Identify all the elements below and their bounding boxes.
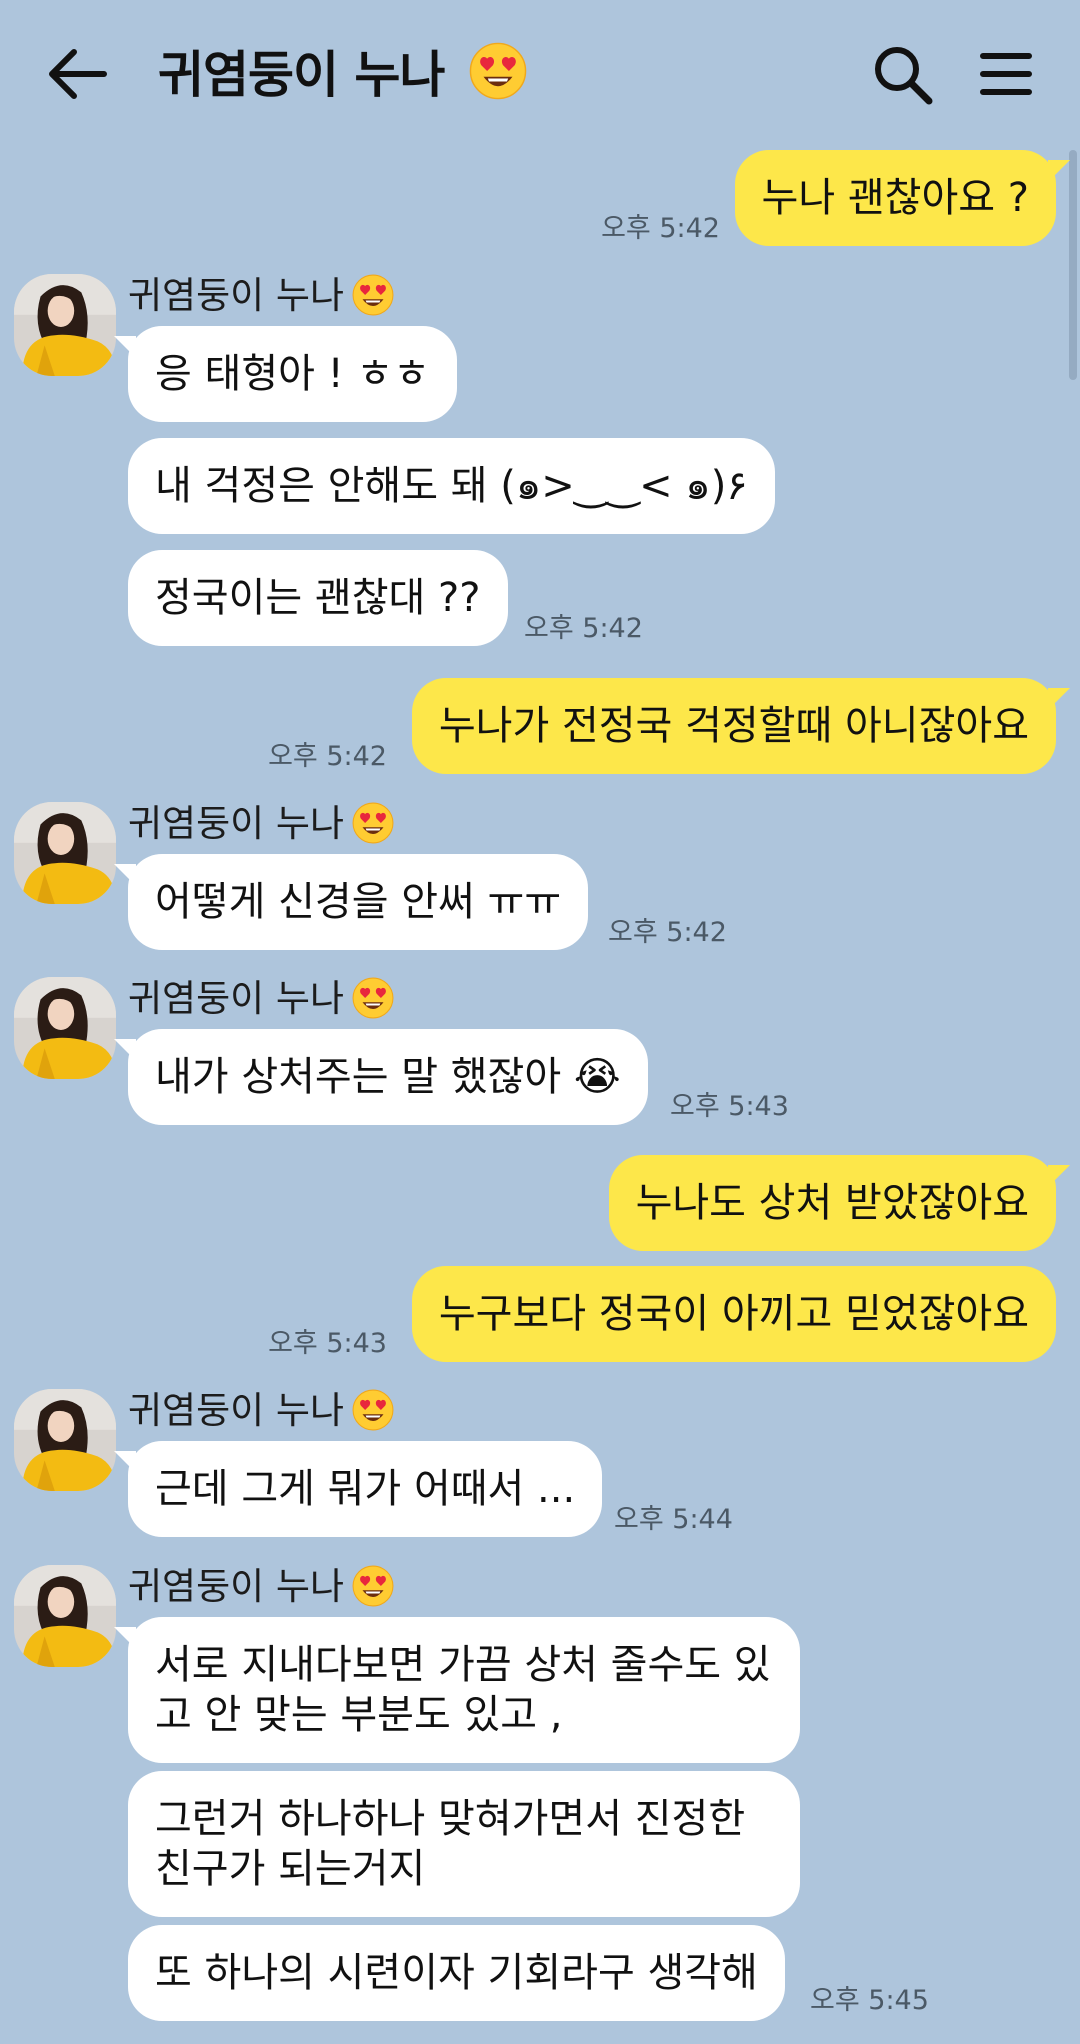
- incoming-message-bubble[interactable]: 또 하나의 시련이자 기회라구 생각해: [128, 1925, 785, 2021]
- heart-eyes-emoji-icon: [352, 1565, 394, 1607]
- outgoing-message-bubble[interactable]: 누구보다 정국이 아끼고 믿었잖아요: [411, 1266, 1056, 1362]
- incoming-message-bubble[interactable]: 어떻게 신경을 안써 ㅠㅠ: [113, 854, 589, 950]
- menu-icon[interactable]: [980, 50, 1032, 98]
- heart-eyes-emoji-icon: [352, 977, 394, 1019]
- scrollbar-thumb[interactable]: [1069, 150, 1077, 380]
- incoming-message-bubble[interactable]: 내가 상처주는 말 했잖아 😭: [114, 1029, 648, 1125]
- heart-eyes-emoji-icon: [352, 802, 394, 844]
- avatar[interactable]: [14, 274, 116, 376]
- avatar[interactable]: [14, 802, 116, 904]
- sender-name: 귀염둥이 누나: [128, 1386, 394, 1436]
- sender-name: 귀염둥이 누나: [128, 1562, 394, 1612]
- message-time: 오후 5:42: [268, 741, 387, 772]
- incoming-message-bubble[interactable]: 근데 그게 뭐가 어때서 ...: [113, 1441, 603, 1537]
- sender-name: 귀염둥이 누나: [128, 799, 394, 849]
- avatar[interactable]: [14, 1389, 116, 1491]
- outgoing-message-bubble[interactable]: 누나가 전정국 걱정할때 아니잖아요: [411, 678, 1071, 774]
- incoming-message-bubble[interactable]: 내 걱정은 안해도 돼 (๑>‿‿< ๑)۶: [128, 438, 775, 534]
- sender-name: 귀염둥이 누나: [128, 271, 394, 321]
- heart-eyes-emoji-icon: [352, 1389, 394, 1431]
- outgoing-message-bubble[interactable]: 누나도 상처 받았잖아요: [608, 1155, 1071, 1251]
- outgoing-message-bubble[interactable]: 누나 괜찮아요 ?: [734, 150, 1071, 246]
- message-time: 오후 5:42: [608, 917, 727, 948]
- message-time: 오후 5:42: [601, 213, 720, 244]
- message-time: 오후 5:44: [614, 1504, 733, 1535]
- sender-name: 귀염둥이 누나: [128, 974, 394, 1024]
- message-time: 오후 5:42: [524, 613, 643, 644]
- avatar[interactable]: [14, 1565, 116, 1667]
- message-time: 오후 5:45: [810, 1985, 929, 2016]
- avatar[interactable]: [14, 977, 116, 1079]
- chat-title-text: 귀염둥이 누나: [158, 46, 445, 104]
- back-arrow-icon[interactable]: [46, 46, 108, 102]
- chat-header: 귀염둥이 누나: [0, 0, 1080, 150]
- search-icon[interactable]: [872, 44, 934, 106]
- heart-eyes-emoji-icon: [352, 274, 394, 316]
- incoming-message-bubble[interactable]: 서로 지내다보면 가끔 상처 줄수도 있고 안 맞는 부분도 있고 ,: [114, 1617, 800, 1763]
- message-time: 오후 5:43: [670, 1091, 789, 1122]
- incoming-message-bubble[interactable]: 응 태형아 ! ㅎㅎ: [114, 326, 457, 422]
- incoming-message-bubble[interactable]: 그런거 하나하나 맞혀가면서 진정한 친구가 되는거지: [128, 1771, 800, 1917]
- chat-title: 귀염둥이 누나: [158, 40, 527, 110]
- heart-eyes-emoji-icon: [469, 42, 527, 100]
- incoming-message-bubble[interactable]: 정국이는 괜찮대 ??: [128, 550, 508, 646]
- message-time: 오후 5:43: [268, 1328, 387, 1359]
